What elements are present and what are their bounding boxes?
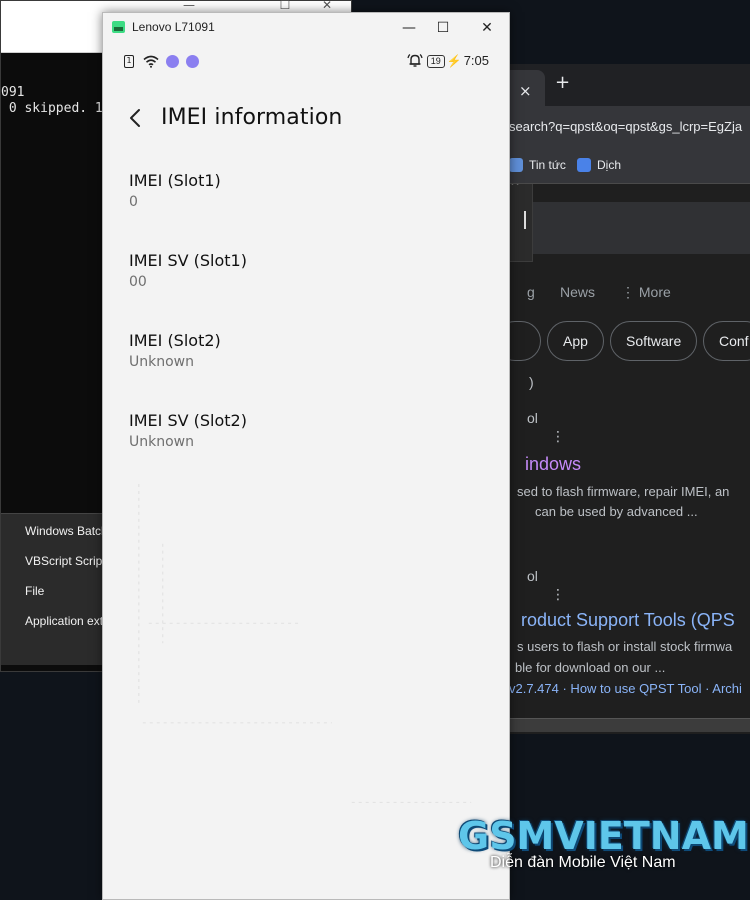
app-header: IMEI information: [103, 101, 509, 137]
tab-news[interactable]: News: [560, 284, 595, 300]
watermark-logo: GSMVIETNAM: [458, 814, 749, 858]
search-box[interactable]: [533, 202, 750, 254]
wifi-icon: [143, 55, 159, 68]
android-app-icon: [112, 21, 125, 33]
result-snippet: sed to flash firmware, repair IMEI, an: [517, 484, 730, 499]
chip-app[interactable]: App: [547, 321, 604, 361]
tab-close-icon[interactable]: ×: [519, 82, 532, 100]
bookmark-tin-tuc[interactable]: Tin tức: [509, 158, 566, 172]
info-value: 00: [129, 274, 147, 290]
bookmarks-bar: Tin tức Dịch: [505, 148, 750, 184]
result-sitelinks[interactable]: v2.7.474 · How to use QPST Tool · Archi: [509, 681, 742, 696]
browser-tab[interactable]: ×: [505, 70, 545, 106]
horizontal-scrollbar[interactable]: [505, 718, 750, 732]
address-bar[interactable]: search?q=qpst&oq=qpst&gs_lcrp=EgZja: [509, 110, 750, 144]
search-results-page: ✕ g News ⋮ More App Software Conf ) ol ⋮…: [505, 184, 750, 734]
tab-more[interactable]: ⋮ More: [621, 284, 671, 301]
phone-mirror-window: Lenovo L71091 — ☐ ✕ 1 19 ⚡ 7:05 IMEI inf…: [102, 12, 510, 900]
clock: 7:05: [463, 53, 489, 68]
messenger-notification-icon: [166, 55, 180, 68]
status-right-icons: 19 ⚡ 7:05: [407, 53, 489, 68]
browser-toolbar: search?q=qpst&oq=qpst&gs_lcrp=EgZja: [505, 106, 750, 148]
info-label: IMEI SV (Slot2): [129, 411, 247, 430]
close-button[interactable]: ✕: [467, 17, 507, 39]
imei-slot2-item[interactable]: IMEI (Slot2) Unknown: [129, 331, 469, 373]
translate-icon: [577, 158, 591, 172]
background-browser-window: × + search?q=qpst&oq=qpst&gs_lcrp=EgZja …: [505, 64, 750, 734]
news-icon: [509, 158, 523, 172]
result-menu-icon[interactable]: ⋮: [551, 429, 565, 445]
imei-sv-slot2-item[interactable]: IMEI SV (Slot2) Unknown: [129, 411, 469, 453]
bookmark-label: Dịch: [597, 158, 622, 172]
sim-icon: 1: [124, 55, 134, 68]
text-cursor: [524, 211, 526, 229]
imei-slot1-item[interactable]: IMEI (Slot1) 0: [129, 171, 469, 213]
status-left-icons: 1: [124, 55, 200, 69]
result-count-fragment: ): [529, 374, 534, 390]
info-label: IMEI (Slot2): [129, 331, 221, 350]
result-title[interactable]: roduct Support Tools (QPS: [521, 610, 735, 631]
phone-window-titlebar: Lenovo L71091 — ☐ ✕: [103, 13, 509, 41]
render-artifacts: [138, 484, 472, 804]
info-value: Unknown: [129, 354, 194, 370]
phone-status-bar: 1 19 ⚡ 7:05: [103, 51, 509, 73]
tab-images[interactable]: g: [527, 284, 535, 300]
back-arrow-icon[interactable]: [125, 105, 147, 131]
bookmark-dich[interactable]: Dịch: [577, 158, 621, 172]
result-snippet: can be used by advanced ...: [535, 504, 698, 519]
bell-icon: [407, 54, 423, 67]
result-source: ol: [527, 568, 538, 584]
close-icon[interactable]: ✕: [510, 184, 520, 189]
battery-level: 19: [426, 55, 445, 68]
new-tab-icon[interactable]: +: [555, 72, 570, 93]
result-source: ol: [527, 410, 538, 426]
result-snippet: ble for download on our ...: [515, 660, 666, 675]
bookmark-label: Tin tức: [529, 158, 566, 172]
maximize-button[interactable]: ☐: [423, 17, 463, 39]
chip-partial[interactable]: [505, 321, 541, 361]
window-title: Lenovo L71091: [132, 20, 215, 34]
result-snippet: s users to flash or install stock firmwa: [517, 639, 733, 654]
chip-software[interactable]: Software: [610, 321, 698, 361]
info-value: Unknown: [129, 434, 194, 450]
gsmvietnam-watermark: GSMVIETNAM Diễn đàn Mobile Việt Nam: [458, 814, 749, 884]
result-menu-icon[interactable]: ⋮: [551, 587, 565, 603]
imei-sv-slot1-item[interactable]: IMEI SV (Slot1) 00: [129, 251, 469, 293]
result-title[interactable]: indows: [525, 454, 581, 475]
messenger-notification-icon: [186, 55, 200, 68]
browser-tabstrip: × +: [505, 64, 750, 106]
page-title: IMEI information: [161, 105, 343, 130]
chip-conf[interactable]: Conf: [703, 321, 750, 361]
info-value: 0: [129, 194, 138, 210]
info-label: IMEI SV (Slot1): [129, 251, 247, 270]
info-label: IMEI (Slot1): [129, 171, 221, 190]
charging-icon: ⚡: [446, 54, 462, 68]
